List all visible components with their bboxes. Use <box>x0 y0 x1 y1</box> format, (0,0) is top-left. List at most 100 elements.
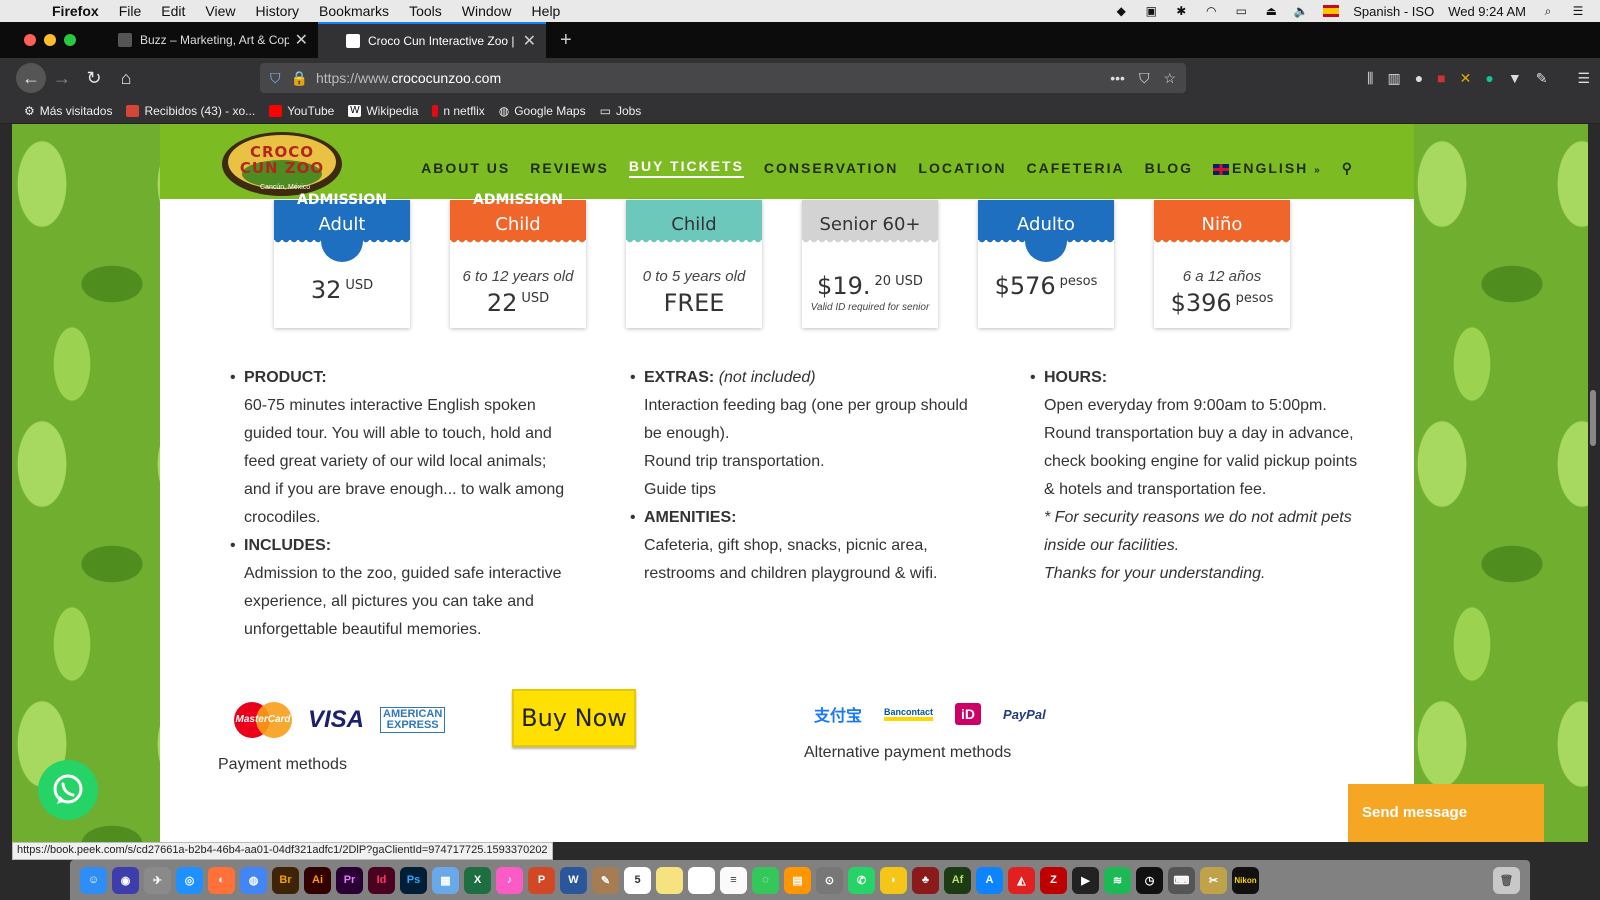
menu-edit[interactable]: Edit <box>151 3 195 19</box>
new-tab-icon[interactable]: + <box>546 29 586 52</box>
sidebar-icon[interactable]: ▥ <box>1387 70 1400 87</box>
forward-arrow-icon[interactable]: → <box>46 68 78 89</box>
dock-bridge-icon[interactable]: Br <box>272 866 299 894</box>
menu-bookmarks[interactable]: Bookmarks <box>309 3 399 19</box>
bookmark-mas-visitados[interactable]: ⚙ Más visitados <box>24 104 112 118</box>
dock-stickies-icon[interactable] <box>656 866 683 894</box>
menu-tools[interactable]: Tools <box>399 3 452 19</box>
dock-safari-icon[interactable]: ◎ <box>176 866 203 894</box>
account-icon[interactable]: ● <box>1415 70 1423 86</box>
nav-location[interactable]: LOCATION <box>918 160 1006 176</box>
dock-terminal-icon[interactable]: ▶ <box>1072 866 1099 894</box>
bookmark-wikipedia[interactable]: W Wikipedia <box>348 104 418 118</box>
dock-reminders-icon[interactable]: ≡ <box>720 866 747 894</box>
cast-icon[interactable]: ▣ <box>1143 4 1159 18</box>
menu-view[interactable]: View <box>195 3 245 19</box>
airplay-icon[interactable]: ▭ <box>1233 4 1249 18</box>
grammarly-icon[interactable]: ● <box>1485 70 1493 86</box>
maximize-window-button[interactable] <box>64 34 76 46</box>
hamburger-menu-icon[interactable]: ☰ <box>1577 70 1590 87</box>
extension-filter-icon[interactable]: ▼ <box>1508 70 1522 86</box>
spotlight-search-icon[interactable]: ⌕ <box>1540 4 1556 18</box>
home-icon[interactable]: ⌂ <box>110 68 142 89</box>
menu-file[interactable]: File <box>109 3 152 19</box>
shield-icon[interactable]: ⛉ <box>270 70 281 87</box>
dock-messages-icon[interactable]: ◌ <box>752 866 779 894</box>
page-actions-icon[interactable]: ••• <box>1110 70 1125 87</box>
dock-keychain-icon[interactable]: ♣ <box>912 866 939 894</box>
dock-powerpoint-icon[interactable]: P <box>528 866 555 894</box>
dropbox-icon[interactable]: ◆ <box>1113 4 1129 18</box>
dock-whatsapp-icon[interactable]: ✆ <box>848 866 875 894</box>
bookmark-netflix[interactable]: n netflix <box>432 104 485 118</box>
dock-illustrator-icon[interactable]: Ai <box>304 866 331 894</box>
nav-cafeteria[interactable]: CAFETERIA <box>1026 160 1124 176</box>
dock-app-store-icon[interactable]: A <box>976 866 1003 894</box>
pocket-icon[interactable]: ⛉ <box>1139 70 1150 87</box>
dock-itunes-icon[interactable]: ♪ <box>496 866 523 894</box>
reload-icon[interactable]: ↻ <box>78 68 110 89</box>
dock-photoshop-icon[interactable]: Ps <box>400 866 427 894</box>
close-tab-icon[interactable]: ✕ <box>295 30 308 50</box>
menu-app-name[interactable]: Firefox <box>42 3 109 19</box>
url-bar[interactable]: ⛉ 🔒 https://www. crococunzoo.com ••• ⛉ ☆ <box>260 63 1186 93</box>
bluetooth-icon[interactable]: ✱ <box>1173 4 1189 18</box>
dock-filezilla-icon[interactable]: Z <box>1040 866 1067 894</box>
dock-cyberduck-icon[interactable]: ◗ <box>880 866 907 894</box>
dock-firefox-icon[interactable]: ◐ <box>208 866 235 894</box>
dock-siri-icon[interactable]: ◉ <box>112 866 139 894</box>
bookmark-jobs[interactable]: ▭ Jobs <box>600 104 642 118</box>
extension-red-icon[interactable]: ■ <box>1437 70 1445 86</box>
eject-icon[interactable]: ⏏ <box>1263 4 1279 18</box>
whatsapp-chat-button[interactable] <box>38 760 98 820</box>
dock-photos-icon[interactable]: ✿ <box>688 866 715 894</box>
library-icon[interactable]: ⫼ <box>1367 70 1373 87</box>
menu-history[interactable]: History <box>245 3 309 19</box>
dock-keyboard-icon[interactable]: ⌨ <box>1168 866 1195 894</box>
send-message-button[interactable]: Send message <box>1348 784 1544 842</box>
language-selector[interactable]: ENGLISH » <box>1213 160 1322 176</box>
dock-nikon-icon[interactable]: Nikon <box>1232 866 1259 894</box>
bookmark-star-icon[interactable]: ☆ <box>1163 70 1176 87</box>
menu-window[interactable]: Window <box>452 3 522 19</box>
menu-help[interactable]: Help <box>522 3 571 19</box>
buy-now-button[interactable]: Buy Now <box>512 689 636 747</box>
dock-tools-icon[interactable]: ✂ <box>1200 866 1227 894</box>
dock-indesign-icon[interactable]: Id <box>368 866 395 894</box>
back-arrow-icon[interactable]: ← <box>16 63 46 93</box>
search-icon[interactable]: ⚲ <box>1342 160 1354 177</box>
dock-disk-utility-icon[interactable]: ⊙ <box>816 866 843 894</box>
dock-preview-icon[interactable]: ▦ <box>432 866 459 894</box>
dock-notes-icon[interactable]: ✎ <box>592 866 619 894</box>
dock-launchpad-icon[interactable]: ✈ <box>144 866 171 894</box>
volume-icon[interactable]: 🔈 <box>1293 4 1309 18</box>
dock-acrobat-icon[interactable]: ◭ <box>1008 866 1035 894</box>
nav-blog[interactable]: BLOG <box>1145 160 1193 176</box>
dock-spotify-icon[interactable]: ≋ <box>1104 866 1131 894</box>
minimize-window-button[interactable] <box>44 34 56 46</box>
nav-about-us[interactable]: ABOUT US <box>421 160 510 176</box>
bookmark-google-maps[interactable]: ◍ Google Maps <box>499 104 586 118</box>
bookmark-recibidos[interactable]: Recibidos (43) - xo... <box>126 104 255 118</box>
dock-premiere-icon[interactable]: Pr <box>336 866 363 894</box>
page-scrollbar[interactable] <box>1590 390 1596 446</box>
nav-buy-tickets[interactable]: BUY TICKETS <box>628 158 744 178</box>
extension-x-icon[interactable]: ✕ <box>1460 70 1472 87</box>
dock-clock-icon[interactable]: ◷ <box>1136 866 1163 894</box>
nav-reviews[interactable]: REVIEWS <box>530 160 609 176</box>
dock-trash-icon[interactable]: 🗑 <box>1493 866 1520 894</box>
dock-calendar-icon[interactable]: 5 <box>624 866 651 894</box>
dock-chrome-icon[interactable]: ◍ <box>240 866 267 894</box>
lock-icon[interactable]: 🔒 <box>291 70 308 87</box>
dock-word-icon[interactable]: W <box>560 866 587 894</box>
close-window-button[interactable] <box>24 34 36 46</box>
clock[interactable]: Wed 9:24 AM <box>1448 4 1526 19</box>
nav-conservation[interactable]: CONSERVATION <box>764 160 898 176</box>
dock-excel-icon[interactable]: X <box>464 866 491 894</box>
input-source[interactable]: Spanish - ISO <box>1353 4 1434 19</box>
close-tab-icon[interactable]: ✕ <box>523 31 536 51</box>
dock-affinity-icon[interactable]: Af <box>944 866 971 894</box>
dock-books-icon[interactable]: ▤ <box>784 866 811 894</box>
dock-finder-icon[interactable]: ☺ <box>80 866 107 894</box>
extension-pen-icon[interactable]: ✎ <box>1536 70 1548 87</box>
